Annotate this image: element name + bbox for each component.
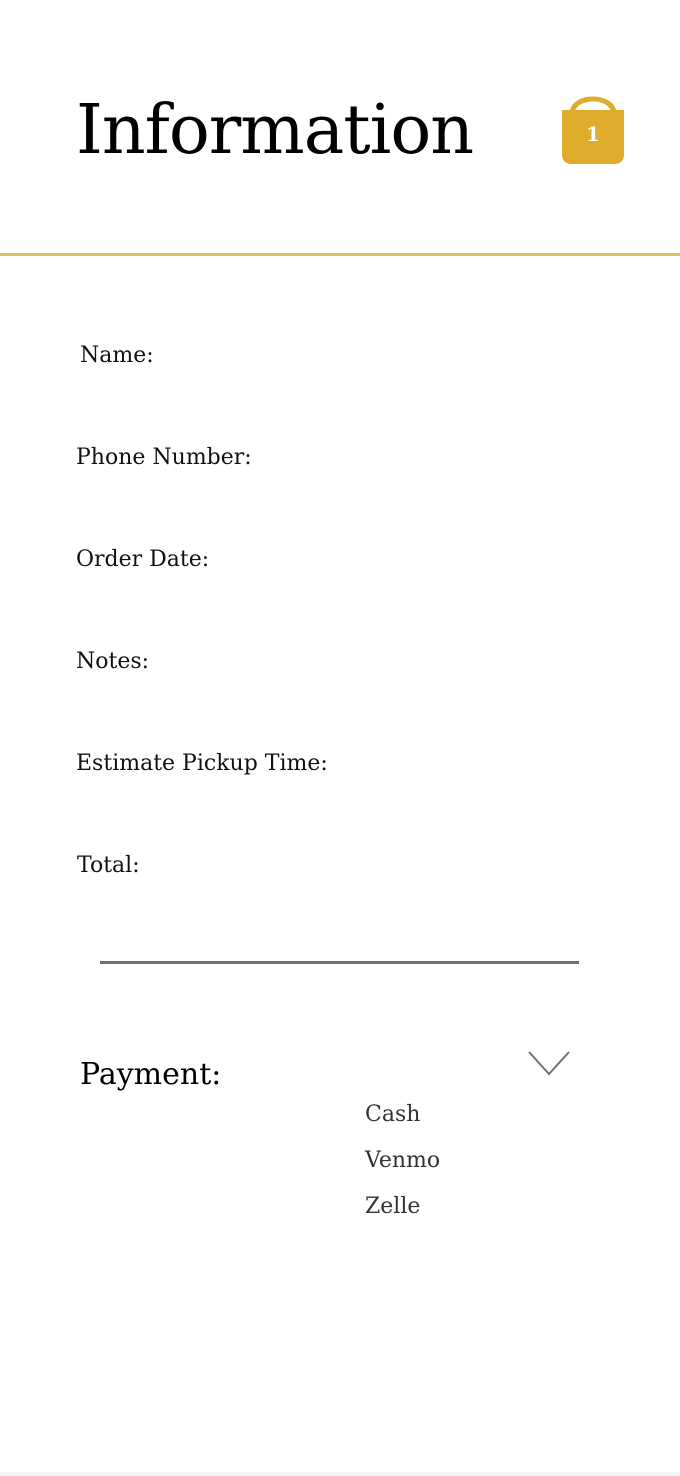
payment-dropdown-toggle[interactable] [526, 1046, 572, 1080]
estimate-pickup-time-label: Estimate Pickup Time: [76, 751, 328, 776]
order-date-label: Order Date: [76, 547, 210, 572]
chevron-down-icon [528, 1051, 570, 1076]
bottom-edge [0, 1472, 680, 1476]
payment-option-zelle[interactable]: Zelle [365, 1184, 440, 1230]
page-title: Information [76, 91, 474, 170]
total-divider [100, 961, 579, 964]
phone-number-label: Phone Number: [76, 445, 252, 470]
payment-label: Payment: [80, 1057, 222, 1092]
total-label: Total: [77, 853, 140, 878]
payment-options-list: Cash Venmo Zelle [365, 1092, 440, 1230]
header-divider [0, 253, 680, 256]
cart-count-badge: 1 [586, 122, 600, 146]
payment-option-venmo[interactable]: Venmo [365, 1138, 440, 1184]
payment-option-cash[interactable]: Cash [365, 1092, 440, 1138]
cart-button[interactable]: 1 [558, 88, 628, 166]
name-label: Name: [80, 343, 154, 368]
notes-label: Notes: [76, 649, 150, 674]
